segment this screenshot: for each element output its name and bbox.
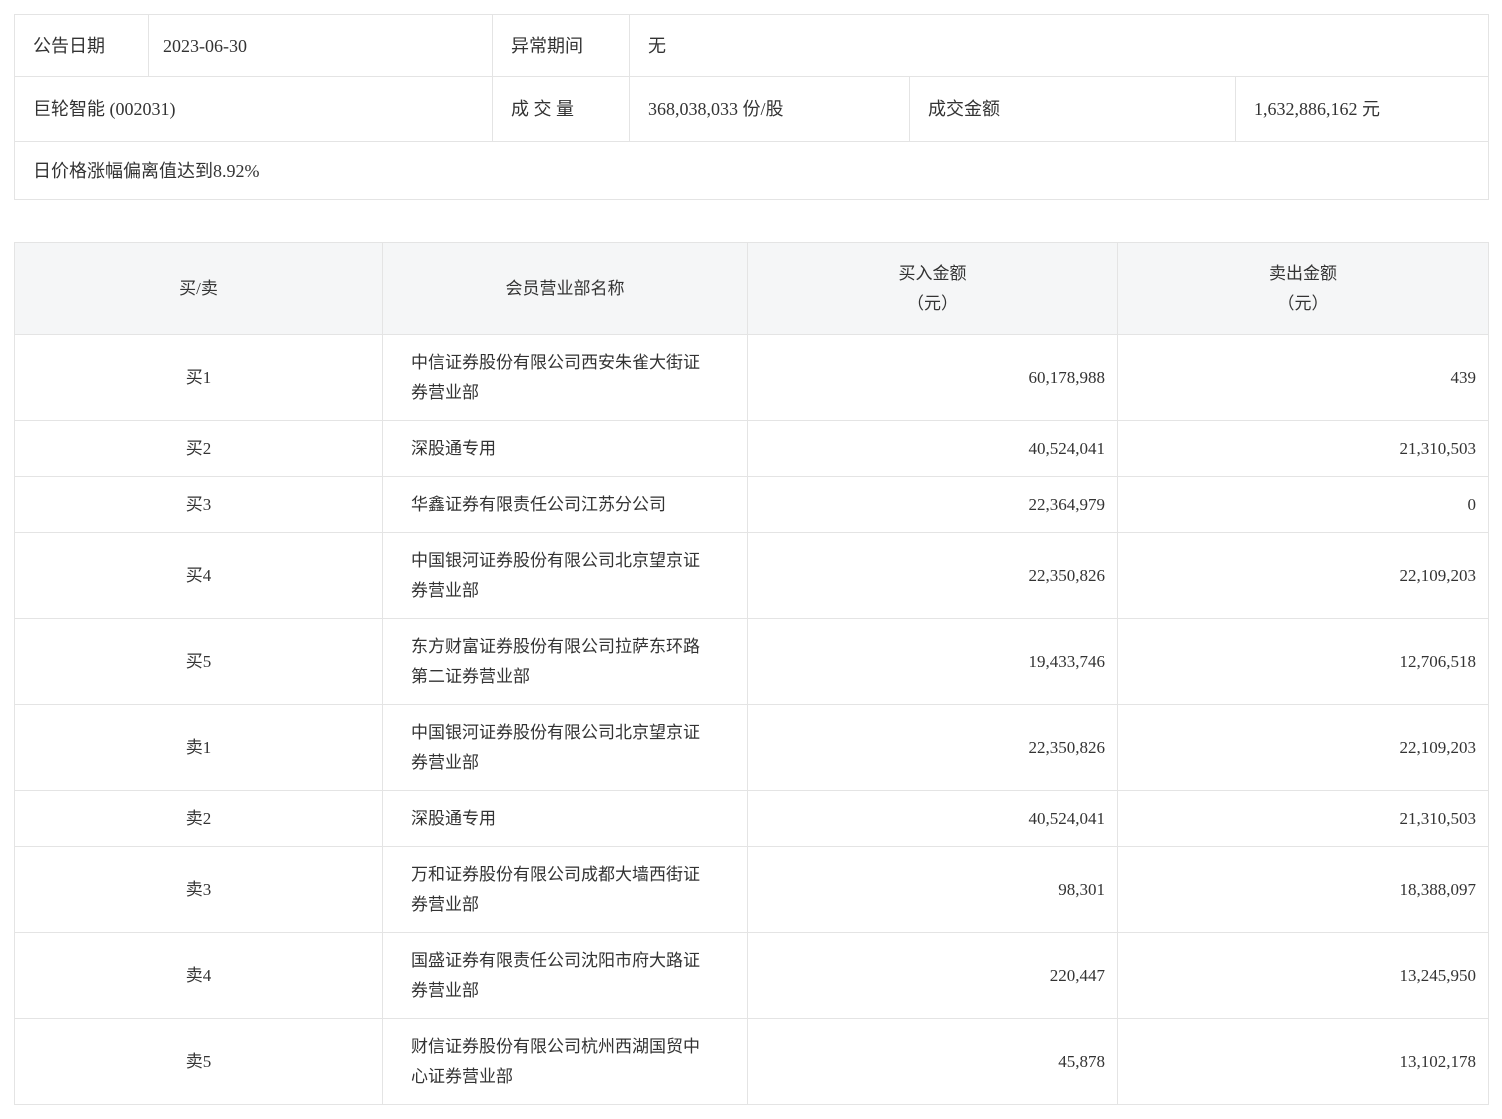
sell-amount-cell: 22,109,203 [1117, 704, 1489, 791]
table-row: 卖4 国盛证券有限责任公司沈阳市府大路证券营业部 220,447 13,245,… [14, 932, 1489, 1019]
buy-amount-cell: 19,433,746 [747, 618, 1118, 705]
table-row: 买2 深股通专用 40,524,041 21,310,503 [14, 420, 1489, 477]
side-cell: 买1 [14, 334, 383, 421]
sell-amount-cell: 12,706,518 [1117, 618, 1489, 705]
announcement-page: 公告日期 2023-06-30 异常期间 无 巨轮智能 (002031) 成 交… [0, 0, 1502, 1119]
table-row: 卖3 万和证券股份有限公司成都大墙西街证券营业部 98,301 18,388,0… [14, 846, 1489, 933]
table-header-row: 买/卖 会员营业部名称 买入金额 （元） 卖出金额 （元） [14, 242, 1489, 335]
table-row: 卖2 深股通专用 40,524,041 21,310,503 [14, 790, 1489, 847]
sell-amount-cell: 13,102,178 [1117, 1018, 1489, 1105]
stock-title: 巨轮智能 (002031) [14, 76, 493, 142]
turnover-value: 1,632,886,162 元 [1234, 76, 1490, 142]
sell-amount-cell: 21,310,503 [1117, 420, 1489, 477]
announce-date-label: 公告日期 [14, 14, 149, 77]
broker-name-cell: 中国银河证券股份有限公司北京望京证券营业部 [382, 704, 748, 791]
table-row: 买4 中国银河证券股份有限公司北京望京证券营业部 22,350,826 22,1… [14, 532, 1489, 619]
sell-amount-cell: 439 [1117, 334, 1489, 421]
sell-amount-cell: 22,109,203 [1117, 532, 1489, 619]
side-cell: 买5 [14, 618, 383, 705]
broker-name-cell: 万和证券股份有限公司成都大墙西街证券营业部 [382, 846, 748, 933]
side-cell: 卖4 [14, 932, 383, 1019]
broker-name-cell: 华鑫证券有限责任公司江苏分公司 [382, 476, 748, 533]
col-header-side: 买/卖 [14, 242, 383, 335]
col-header-sell-amount: 卖出金额 （元） [1117, 242, 1489, 335]
buy-amount-cell: 45,878 [747, 1018, 1118, 1105]
turnover-label: 成交金额 [909, 76, 1236, 142]
broker-name-cell: 深股通专用 [382, 790, 748, 847]
broker-name-cell: 中国银河证券股份有限公司北京望京证券营业部 [382, 532, 748, 619]
side-cell: 买4 [14, 532, 383, 619]
sell-amount-cell: 18,388,097 [1117, 846, 1489, 933]
buy-amount-cell: 60,178,988 [747, 334, 1118, 421]
summary-info-table: 公告日期 2023-06-30 异常期间 无 巨轮智能 (002031) 成 交… [13, 14, 1490, 200]
abnormal-period-label: 异常期间 [492, 14, 630, 77]
buy-amount-cell: 22,350,826 [747, 704, 1118, 791]
broker-name-cell: 深股通专用 [382, 420, 748, 477]
col-header-buy-amount: 买入金额 （元） [747, 242, 1118, 335]
abnormal-period-value: 无 [628, 14, 1490, 77]
table-row: 买1 中信证券股份有限公司西安朱雀大街证券营业部 60,178,988 439 [14, 334, 1489, 421]
side-cell: 卖3 [14, 846, 383, 933]
broker-rankings-table: 买/卖 会员营业部名称 买入金额 （元） 卖出金额 （元） 买1 中信证券股份有限公… [14, 242, 1489, 1105]
table-row: 卖5 财信证券股份有限公司杭州西湖国贸中心证券营业部 45,878 13,102… [14, 1018, 1489, 1105]
buy-amount-cell: 22,364,979 [747, 476, 1118, 533]
broker-name-cell: 中信证券股份有限公司西安朱雀大街证券营业部 [382, 334, 748, 421]
buy-amount-cell: 220,447 [747, 932, 1118, 1019]
col-header-broker-name: 会员营业部名称 [382, 242, 748, 335]
table-row: 卖1 中国银河证券股份有限公司北京望京证券营业部 22,350,826 22,1… [14, 704, 1489, 791]
table-row: 买3 华鑫证券有限责任公司江苏分公司 22,364,979 0 [14, 476, 1489, 533]
table-row: 买5 东方财富证券股份有限公司拉萨东环路第二证券营业部 19,433,746 1… [14, 618, 1489, 705]
sell-amount-cell: 13,245,950 [1117, 932, 1489, 1019]
broker-name-cell: 财信证券股份有限公司杭州西湖国贸中心证券营业部 [382, 1018, 748, 1105]
col-header-buy-line1: 买入金额 [898, 263, 967, 283]
volume-value: 368,038,033 份/股 [629, 76, 910, 142]
broker-name-cell: 国盛证券有限责任公司沈阳市府大路证券营业部 [382, 932, 748, 1019]
col-header-sell-line1: 卖出金额 [1269, 263, 1337, 283]
buy-amount-cell: 98,301 [747, 846, 1118, 933]
buy-amount-cell: 40,524,041 [747, 420, 1118, 477]
side-cell: 卖1 [14, 704, 383, 791]
side-cell: 卖2 [14, 790, 383, 847]
col-header-buy-line2: （元） [907, 293, 958, 313]
side-cell: 买3 [14, 476, 383, 533]
buy-amount-cell: 22,350,826 [747, 532, 1118, 619]
buy-amount-cell: 40,524,041 [747, 790, 1118, 847]
col-header-sell-line2: （元） [1277, 293, 1329, 313]
sell-amount-cell: 21,310,503 [1117, 790, 1489, 847]
side-cell: 买2 [14, 420, 383, 477]
abnormal-reason-text: 日价格涨幅偏离值达到8.92% [13, 141, 1490, 200]
broker-name-cell: 东方财富证券股份有限公司拉萨东环路第二证券营业部 [382, 618, 748, 705]
side-cell: 卖5 [14, 1018, 383, 1105]
announce-date-value: 2023-06-30 [148, 14, 493, 77]
sell-amount-cell: 0 [1117, 476, 1489, 533]
volume-label: 成 交 量 [492, 76, 630, 142]
